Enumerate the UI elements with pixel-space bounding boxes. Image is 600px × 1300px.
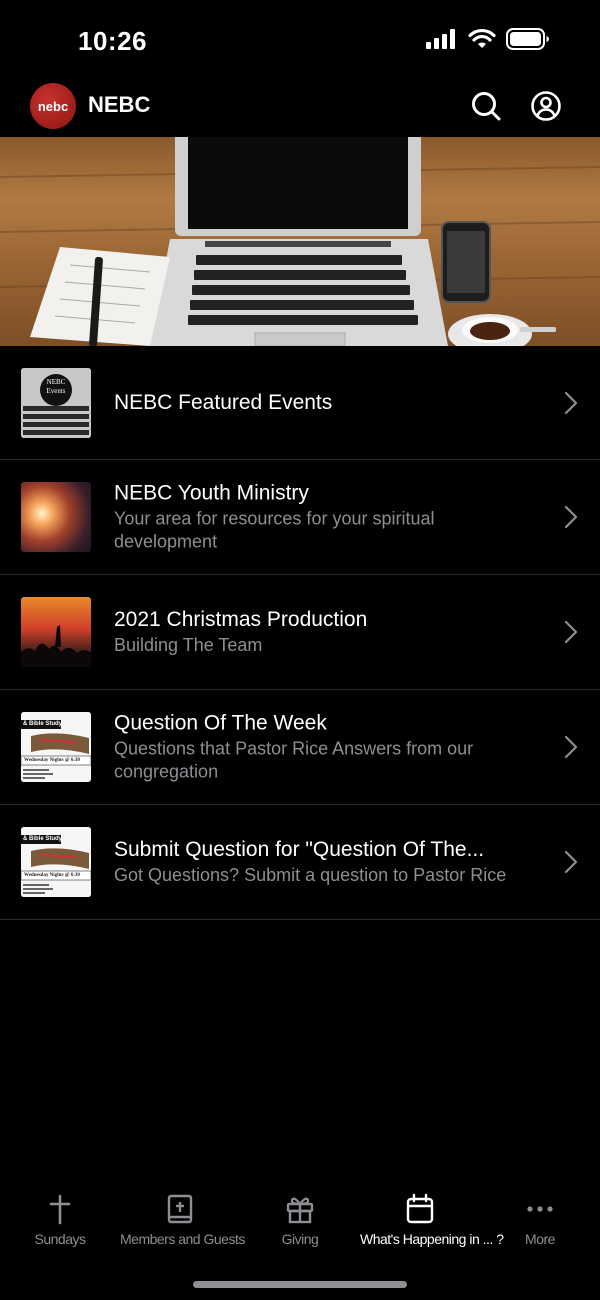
bible-study-thumb-banner: Wednesday Nights @ 6:30 [24,758,80,763]
chevron-right-icon [564,505,578,529]
tab-bar: Sundays Members and Guests Giving What's… [0,1185,600,1265]
bible-study-thumb-label: & Bible Study [23,721,63,727]
more-icon [527,1206,553,1212]
list-item-title: 2021 Christmas Production [114,608,368,631]
hero-banner-image [0,137,600,346]
app-logo: nebc [30,83,76,129]
list-item-subtitle: Building The Team [114,635,263,655]
desk-laptop-illustration [0,137,600,346]
christmas-production-thumbnail [21,597,91,667]
app-title: NEBC [88,92,151,117]
chevron-right-icon [564,735,578,759]
list-item-title: NEBC Featured Events [114,390,333,414]
battery-icon [506,28,549,50]
list-item-christmas-production[interactable]: 2021 Christmas Production Building The T… [0,575,600,690]
list-item-subtitle: Got Questions? Submit a question to Past… [114,865,507,885]
list-item-title: NEBC Youth Ministry [114,481,309,505]
tab-label: Sundays [34,1231,86,1247]
content-list: NEBC Events NEBC Featured Events NEBC Yo… [0,346,600,920]
list-item-title: Question Of The Week [114,711,327,735]
bible-study-thumbnail: & Bible Study Wednesday Nights @ 6:30 [21,712,91,782]
list-item-title: Submit Question for "Question Of The... [114,838,485,861]
profile-button[interactable] [530,90,562,122]
gift-icon [286,1197,314,1224]
status-icons [426,28,550,50]
bible-study-thumb-banner: Wednesday Nights @ 6:30 [24,873,80,878]
youth-ministry-thumbnail [21,482,91,552]
signal-icon [426,29,455,49]
tab-label: More [525,1231,555,1247]
tab-label: What's Happening in ... ? [360,1231,504,1247]
logo-text: nebc [37,98,69,114]
list-item-question-of-the-week[interactable]: & Bible Study Wednesday Nights @ 6:30 Qu… [0,690,600,805]
tab-more[interactable]: More [480,1185,600,1247]
featured-events-thumb-label: NEBC Events [46,377,66,395]
bible-study-thumb-label: & Bible Study [23,836,63,842]
cross-icon [49,1194,71,1225]
chevron-right-icon [564,620,578,644]
tab-members-and-guests[interactable]: Members and Guests [120,1185,245,1247]
tab-whats-happening[interactable]: What's Happening in ... ? [360,1185,504,1247]
list-item-youth-ministry[interactable]: NEBC Youth Ministry Your area for resour… [0,460,600,575]
tab-giving[interactable]: Giving [240,1185,360,1247]
app-header: nebc NEBC [0,80,600,137]
home-indicator[interactable] [193,1281,407,1288]
list-item-subtitle: Questions that Pastor Rice Answers from … [114,738,474,782]
search-button[interactable] [470,90,502,122]
status-bar: 10:26 [0,0,600,80]
list-item-subtitle: Your area for resources for your spiritu… [114,508,435,552]
tab-label: Giving [281,1231,319,1247]
tab-label: Members and Guests [120,1231,245,1247]
featured-events-thumbnail: NEBC Events [21,367,91,438]
account-icon [531,91,561,121]
list-item-submit-question[interactable]: & Bible Study Wednesday Nights @ 6:30 Su… [0,805,600,920]
bible-icon [167,1194,193,1224]
status-time: 10:26 [78,26,147,56]
wifi-icon [468,28,496,48]
chevron-right-icon [564,391,578,414]
bible-study-thumbnail: & Bible Study Wednesday Nights @ 6:30 [21,827,91,897]
chevron-right-icon [564,850,578,874]
search-icon [472,92,501,121]
calendar-icon [406,1193,434,1224]
tab-sundays[interactable]: Sundays [0,1185,120,1247]
list-item-featured-events[interactable]: NEBC Events NEBC Featured Events [0,346,600,460]
